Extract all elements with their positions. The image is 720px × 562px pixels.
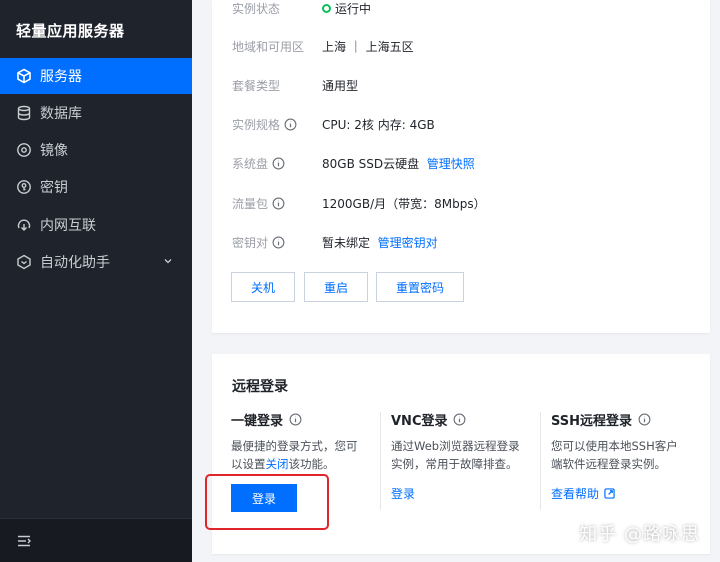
watermark: 知乎 @路咏思 [579, 524, 700, 545]
row-spec: 实例规格 CPU: 2核 内存: 4GB [232, 114, 435, 134]
sidebar-item-label: 镜像 [40, 143, 68, 159]
info-icon[interactable] [284, 118, 297, 131]
keypair-label: 密钥对 [232, 235, 269, 250]
vnc-login-desc: 通过Web浏览器远程登录 实例，常用于故障排查。 [391, 439, 520, 471]
keypair-value: 暂未绑定 [322, 235, 371, 250]
manage-keypair-link[interactable]: 管理密钥对 [378, 234, 438, 251]
region-label: 地域和可用区 [232, 39, 305, 54]
vnc-login-title: VNC登录 [391, 414, 448, 429]
row-region: 地域和可用区 上海 ｜ 上海五区 [232, 36, 414, 56]
external-link-icon [604, 488, 615, 499]
info-icon[interactable] [638, 413, 651, 426]
remote-login-title: 远程登录 [232, 379, 288, 395]
sidebar-item-label: 服务器 [40, 69, 82, 85]
ssh-login-desc: 您可以使用本地SSH客户 端软件远程登录实例。 [551, 439, 678, 471]
traffic-label: 流量包 [232, 196, 269, 211]
manage-snapshot-link[interactable]: 管理快照 [427, 155, 475, 172]
app-title: 轻量应用服务器 [16, 22, 125, 40]
status-value: 运行中 [335, 1, 372, 16]
link-icon [16, 217, 32, 233]
row-package: 套餐类型 通用型 [232, 75, 358, 95]
region-value: 上海 ｜ 上海五区 [322, 39, 414, 54]
info-icon[interactable] [272, 157, 285, 170]
sidebar-item-label: 密钥 [40, 180, 68, 196]
disk-value: 80GB SSD云硬盘 [322, 156, 420, 171]
divider [380, 412, 381, 510]
reset-password-button[interactable]: 重置密码 [376, 272, 464, 302]
chevron-down-icon[interactable] [162, 255, 174, 267]
ssh-login-section: SSH远程登录 您可以使用本地SSH客户 端软件远程登录实例。 查看帮助 [551, 410, 701, 520]
info-icon[interactable] [272, 236, 285, 249]
disk-label: 系统盘 [232, 156, 269, 171]
sidebar-item-label: 数据库 [40, 106, 82, 122]
annotation-highlight-box [205, 474, 329, 530]
row-status: 实例状态 运行中 [232, 0, 371, 18]
package-label: 套餐类型 [232, 78, 281, 93]
row-disk: 系统盘 80GB SSD云硬盘 管理快照 [232, 153, 475, 173]
sidebar-footer [0, 518, 192, 562]
traffic-value: 1200GB/月（带宽：8Mbps） [322, 196, 486, 211]
sidebar-item-keys[interactable]: 密钥 [0, 169, 192, 205]
sidebar-item-images[interactable]: 镜像 [0, 132, 192, 168]
info-icon[interactable] [453, 413, 466, 426]
restart-button[interactable]: 重启 [304, 272, 368, 302]
info-icon[interactable] [289, 413, 302, 426]
sidebar-item-label: 内网互联 [40, 218, 96, 234]
spec-value: CPU: 2核 内存: 4GB [322, 117, 435, 132]
divider [540, 412, 541, 510]
one-click-login-title: 一键登录 [231, 414, 284, 429]
collapse-menu-icon[interactable] [16, 533, 32, 549]
row-traffic: 流量包 1200GB/月（带宽：8Mbps） [232, 193, 486, 213]
row-keypair: 密钥对 暂未绑定 管理密钥对 [232, 232, 438, 252]
sidebar-item-automation[interactable]: 自动化助手 [0, 244, 192, 280]
sidebar: 轻量应用服务器 服务器 数据库 镜像 密钥 内网互联 自动化助手 [0, 0, 192, 562]
instance-info-card: 实例状态 运行中 地域和可用区 上海 ｜ 上海五区 套餐类型 通用型 实例规格 … [212, 0, 710, 333]
spec-label: 实例规格 [232, 117, 281, 132]
status-label: 实例状态 [232, 1, 281, 16]
robot-icon [16, 254, 32, 270]
cube-icon [16, 68, 32, 84]
disable-feature-link[interactable]: 关闭 [266, 457, 289, 471]
database-icon [16, 105, 32, 121]
ssh-login-title: SSH远程登录 [551, 414, 633, 429]
key-icon [16, 179, 32, 195]
sidebar-item-database[interactable]: 数据库 [0, 95, 192, 131]
running-status-icon [322, 3, 331, 13]
one-click-login-desc: 最便捷的登录方式，您可 以设置关闭该功能。 [231, 439, 358, 471]
info-icon[interactable] [272, 197, 285, 210]
shutdown-button[interactable]: 关机 [231, 272, 295, 302]
disc-icon [16, 142, 32, 158]
view-help-link[interactable]: 查看帮助 [551, 485, 701, 502]
vnc-login-section: VNC登录 通过Web浏览器远程登录 实例，常用于故障排查。 登录 [391, 410, 531, 520]
sidebar-item-private-network[interactable]: 内网互联 [0, 207, 192, 243]
package-value: 通用型 [322, 78, 359, 93]
vnc-login-link[interactable]: 登录 [391, 485, 531, 502]
sidebar-item-servers[interactable]: 服务器 [0, 58, 192, 94]
sidebar-item-label: 自动化助手 [40, 255, 110, 271]
